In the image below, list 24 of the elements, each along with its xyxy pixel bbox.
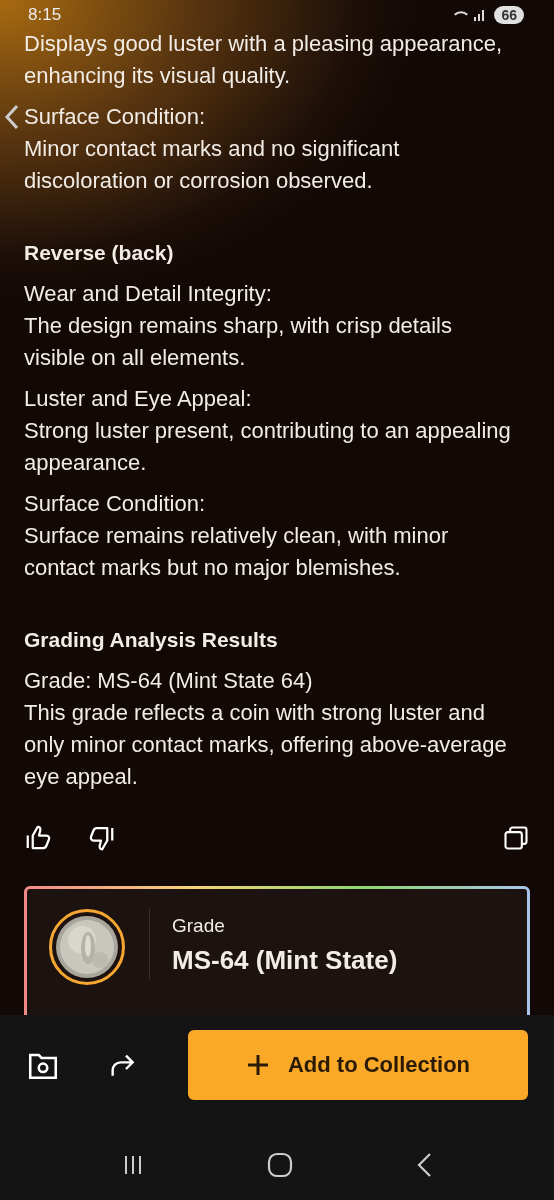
section-heading: Reverse (back) [24, 240, 175, 266]
grade-label: Grade [172, 915, 226, 937]
field-label: Wear and Detail Integrity: [24, 280, 273, 308]
plus-icon [245, 1053, 270, 1077]
signal-icon [452, 8, 487, 22]
home-icon[interactable] [267, 1152, 293, 1178]
paragraph: Strong luster present, contributing to an appealing appearance. [24, 417, 512, 477]
paragraph: The design remains sharp, with crisp details visible on all elements. [24, 312, 453, 372]
field-label: Surface Condition: [24, 490, 206, 518]
status-time: 8:15 [28, 5, 62, 25]
back-icon[interactable] [415, 1152, 433, 1178]
copy-icon[interactable] [502, 824, 530, 852]
paragraph: Minor contact marks and no significant discoloration or corrosion observed. [24, 135, 401, 195]
field-label: Grade: MS-64 (Mint State 64) [24, 667, 314, 695]
paragraph: Surface remains relatively clean, with minor contact marks but no major blemishes. [24, 522, 450, 582]
field-label: Surface Condition: [24, 103, 206, 131]
field-label: Luster and Eye Appeal: [24, 385, 253, 413]
grade-value: MS-64 (Mint State) [172, 945, 398, 976]
section-heading: Grading Analysis Results [24, 627, 279, 653]
back-icon[interactable] [4, 104, 20, 130]
add-to-collection-button[interactable]: Add to Collection [188, 1030, 528, 1100]
paragraph: Displays good luster with a pleasing appearance, enhancing its visual quality. [24, 30, 504, 90]
paragraph: This grade reflects a coin with strong luster and only minor contact marks, offering above-average eye appeal. [24, 699, 508, 791]
battery-level: 66 [494, 6, 524, 24]
